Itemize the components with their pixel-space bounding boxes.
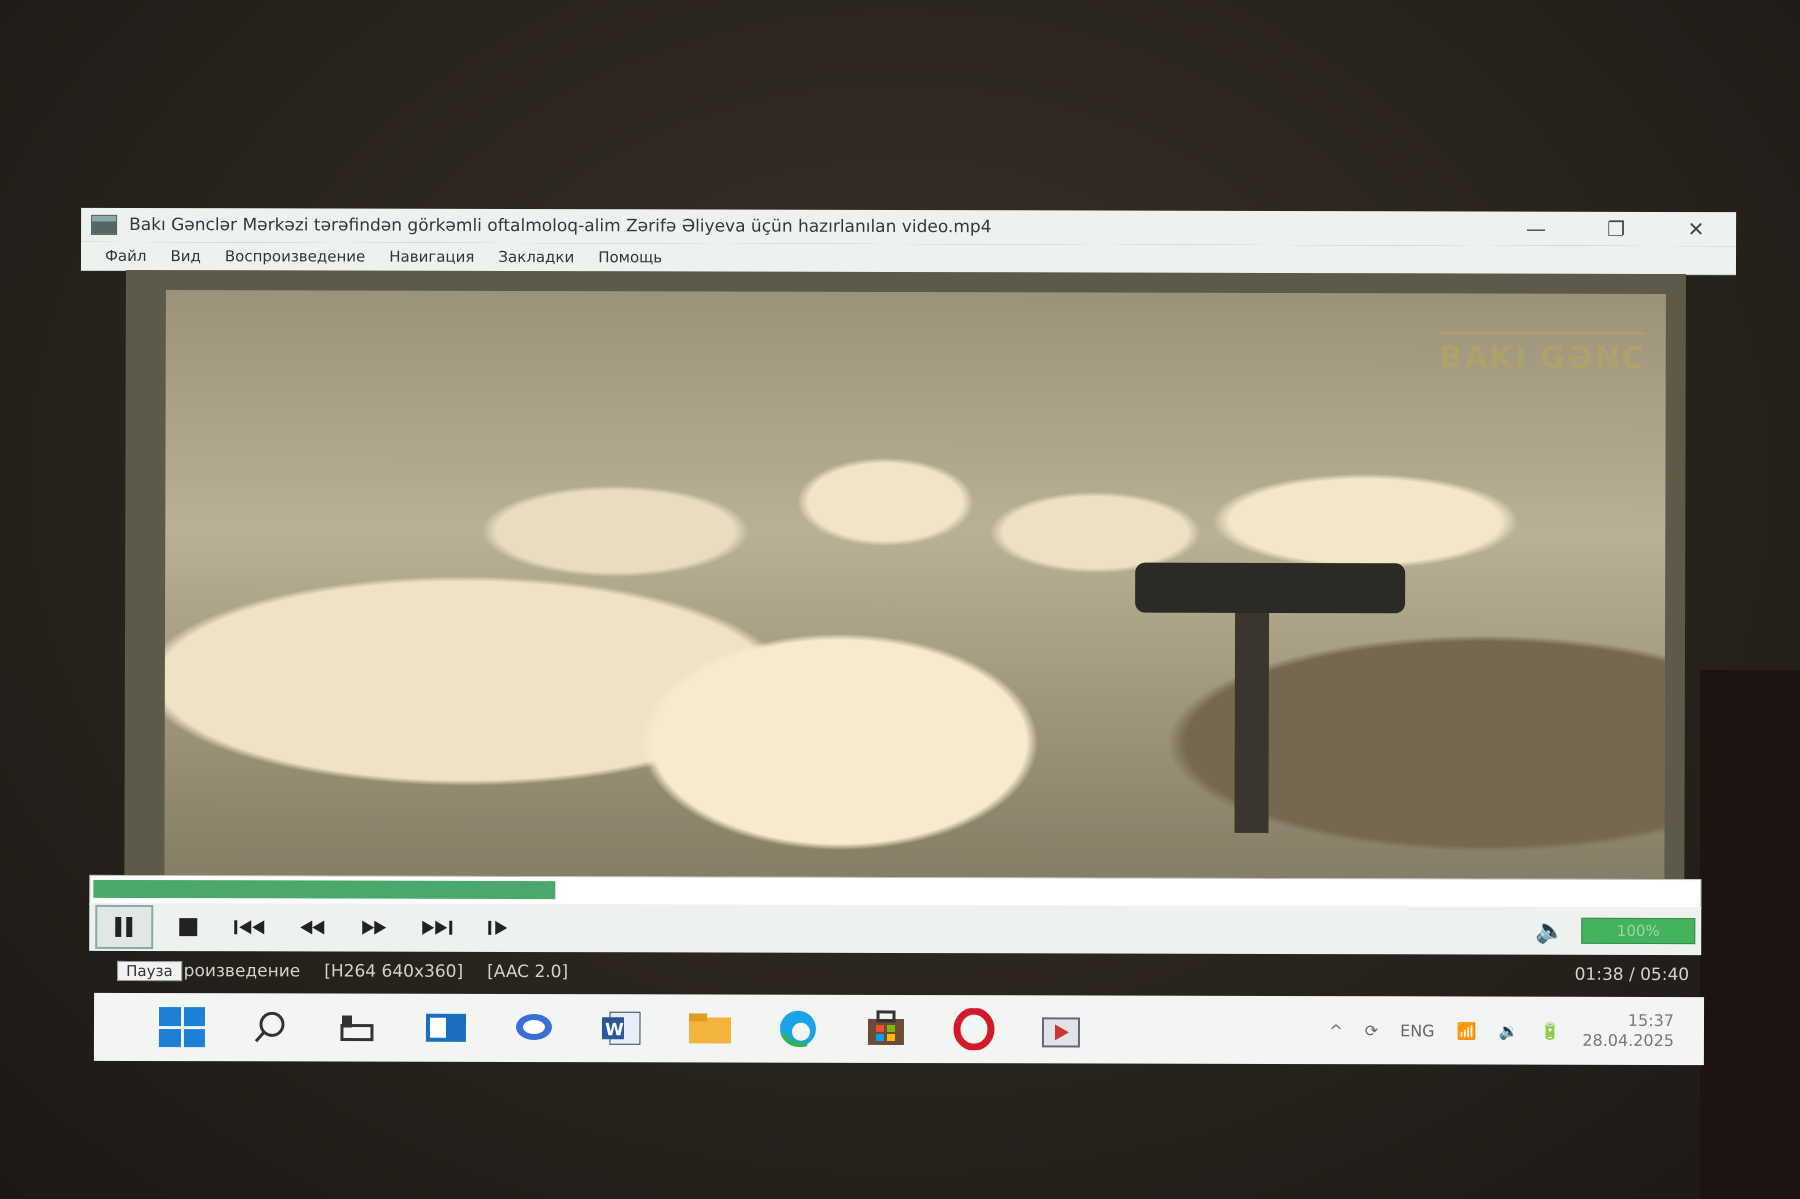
volume-icon[interactable]: 🔈 xyxy=(1535,917,1565,945)
window-title: Bakı Gənclər Mərkəzi tərəfindən görkəmli… xyxy=(129,214,992,238)
skip-back-icon xyxy=(234,920,265,935)
pause-icon xyxy=(115,916,133,937)
audio-codec: [AAC 2.0] xyxy=(487,961,569,983)
folder-icon xyxy=(688,1013,732,1044)
search-icon xyxy=(254,1011,285,1043)
rewind-icon xyxy=(300,920,325,935)
video-area[interactable]: BAKI GƏNC xyxy=(124,269,1686,880)
status-bar: Пауза роизведение [H264 640x360] [AAC 2.… xyxy=(89,956,1701,990)
maximize-button[interactable]: ❐ xyxy=(1576,212,1656,246)
system-tray: ^ ⟳ ENG 📶 🔉 🔋 15:37 28.04.2025 xyxy=(1329,1010,1704,1051)
menu-navigation[interactable]: Навигация xyxy=(389,248,474,266)
title-bar: Bakı Gənclər Mərkəzi tərəfindən görkəmli… xyxy=(81,207,1737,247)
widgets-button[interactable] xyxy=(418,1004,474,1052)
app-icon xyxy=(91,214,118,235)
volume-slider[interactable]: 100% xyxy=(1581,917,1696,945)
store-button[interactable] xyxy=(858,1005,914,1053)
chat-icon xyxy=(515,1014,552,1041)
store-icon xyxy=(867,1010,905,1045)
next-button[interactable] xyxy=(409,908,463,948)
forward-button[interactable] xyxy=(347,908,401,948)
control-bar: 🔈 100% xyxy=(89,902,1702,956)
video-device-stand xyxy=(1234,602,1270,833)
media-player-icon xyxy=(1041,1017,1081,1048)
task-view-icon xyxy=(340,1015,374,1042)
task-view-button[interactable] xyxy=(330,1003,386,1051)
svg-text:W: W xyxy=(605,1020,624,1040)
stop-button[interactable] xyxy=(161,907,215,947)
minimize-button[interactable]: — xyxy=(1496,212,1576,246)
seek-progress xyxy=(93,879,556,900)
fast-forward-icon xyxy=(362,920,387,935)
close-button[interactable]: ✕ xyxy=(1656,212,1736,246)
chevron-up-icon[interactable]: ^ xyxy=(1329,1021,1342,1040)
chat-button[interactable] xyxy=(506,1004,562,1052)
time-display: 01:38 / 05:40 xyxy=(1574,964,1690,986)
search-button[interactable] xyxy=(242,1003,298,1051)
edge-icon xyxy=(779,1010,816,1048)
clock[interactable]: 15:37 28.04.2025 xyxy=(1582,1011,1674,1051)
file-explorer-button[interactable] xyxy=(682,1004,738,1052)
menu-file[interactable]: Файл xyxy=(105,247,147,265)
menu-bookmarks[interactable]: Закладки xyxy=(498,248,574,266)
video-device xyxy=(1135,562,1406,614)
edge-button[interactable] xyxy=(770,1005,826,1053)
frame-step-button[interactable] xyxy=(471,908,525,948)
clock-time: 15:37 xyxy=(1627,1010,1675,1031)
language-indicator[interactable]: ENG xyxy=(1400,1021,1435,1040)
media-player-button[interactable] xyxy=(1034,1005,1090,1053)
start-button[interactable] xyxy=(154,1003,210,1051)
word-button[interactable]: W xyxy=(594,1004,650,1052)
pause-button[interactable] xyxy=(95,904,154,950)
word-icon: W xyxy=(601,1011,641,1045)
playback-state: роизведение xyxy=(183,961,301,982)
battery-icon[interactable]: 🔋 xyxy=(1540,1021,1560,1040)
taskbar: W ^ ⟳ ENG 📶 🔉 🔋 15:37 28.04.2025 xyxy=(93,992,1705,1066)
projected-screen: Bakı Gənclər Mərkəzi tərəfindən görkəmli… xyxy=(79,207,1737,1072)
video-codec: [H264 640x360] xyxy=(324,961,464,982)
previous-button[interactable] xyxy=(223,907,277,947)
skip-forward-icon xyxy=(422,920,453,935)
video-frame xyxy=(164,290,1666,880)
frame-step-icon xyxy=(488,920,508,935)
menu-playback[interactable]: Воспроизведение xyxy=(225,247,365,265)
opera-button[interactable] xyxy=(946,1005,1002,1053)
wifi-icon[interactable]: 📶 xyxy=(1457,1021,1477,1040)
rewind-button[interactable] xyxy=(285,907,339,947)
opera-icon xyxy=(953,1008,995,1051)
clock-date: 28.04.2025 xyxy=(1582,1030,1674,1051)
video-watermark: BAKI GƏNC xyxy=(1439,331,1646,376)
stop-icon xyxy=(179,918,198,937)
menu-help[interactable]: Помощь xyxy=(598,248,662,266)
widgets-icon xyxy=(425,1013,467,1042)
speaker-icon[interactable]: 🔉 xyxy=(1499,1021,1519,1040)
windows-icon xyxy=(158,1007,206,1048)
sync-icon[interactable]: ⟳ xyxy=(1365,1021,1378,1040)
menu-view[interactable]: Вид xyxy=(170,247,200,265)
pause-tooltip: Пауза xyxy=(117,960,182,982)
